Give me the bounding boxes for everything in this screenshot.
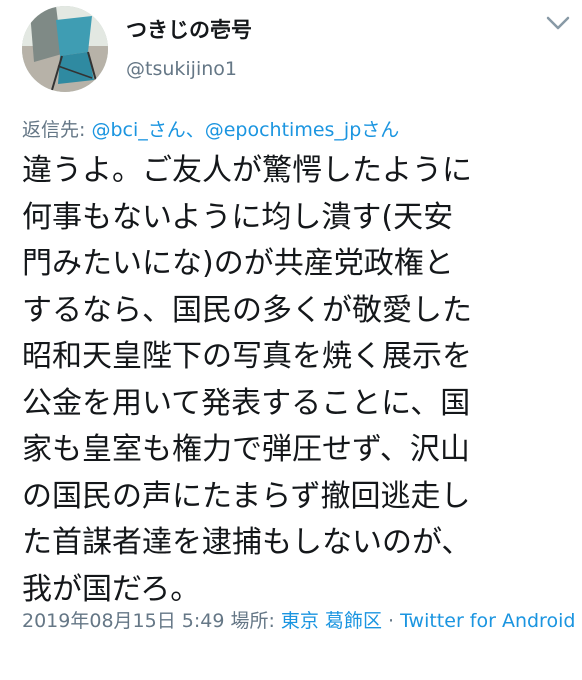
location-prefix: 場所: bbox=[224, 610, 281, 632]
timestamp[interactable]: 2019年08月15日 5:49 bbox=[22, 610, 224, 632]
tweet-line: 昭和天皇陛下の写真を焼く展示を bbox=[22, 339, 472, 374]
author-display-name[interactable]: つきじの壱号 bbox=[126, 14, 252, 44]
reply-to-links[interactable]: @bci_さん、@epochtimes_jpさん bbox=[91, 119, 399, 141]
author-handle[interactable]: @tsukijino1 bbox=[126, 58, 237, 80]
tweet-line: するなら、国民の多くが敬愛した bbox=[22, 292, 472, 328]
reply-prefix: 返信先: bbox=[22, 119, 92, 141]
tweet-line: 違うよ。ご友人が驚愕したように bbox=[22, 153, 472, 188]
avatar[interactable] bbox=[22, 6, 108, 92]
tweet-text: 違うよ。ご友人が驚愕したように 何事もないように均し潰す(天安 門みたいにな)の… bbox=[22, 148, 567, 613]
tweet-line: 門みたいにな)のが共産党政権と bbox=[22, 246, 454, 281]
location-link[interactable]: 東京 葛飾区 bbox=[281, 610, 382, 632]
tweet-meta: 2019年08月15日 5:49 場所: 東京 葛飾区 · Twitter fo… bbox=[22, 604, 577, 638]
avatar-image bbox=[22, 6, 108, 92]
tweet-line: の国民の声にたまらず撤回逃走し bbox=[22, 478, 471, 514]
meta-separator: · bbox=[381, 610, 401, 632]
tweet-line: 家も皇室も権力で弾圧せず、沢山 bbox=[22, 432, 470, 467]
tweet-line: 何事もないように均し潰す(天安 bbox=[22, 199, 454, 235]
source-link[interactable]: Twitter for Android bbox=[400, 610, 575, 632]
tweet-line: 公金を用いて発表することに、国 bbox=[22, 385, 471, 421]
reply-context: 返信先: @bci_さん、@epochtimes_jpさん bbox=[22, 115, 399, 142]
chevron-down-icon[interactable] bbox=[544, 12, 572, 34]
tweet-line: た首謀者達を逮捕もしないのが、 bbox=[22, 525, 472, 560]
